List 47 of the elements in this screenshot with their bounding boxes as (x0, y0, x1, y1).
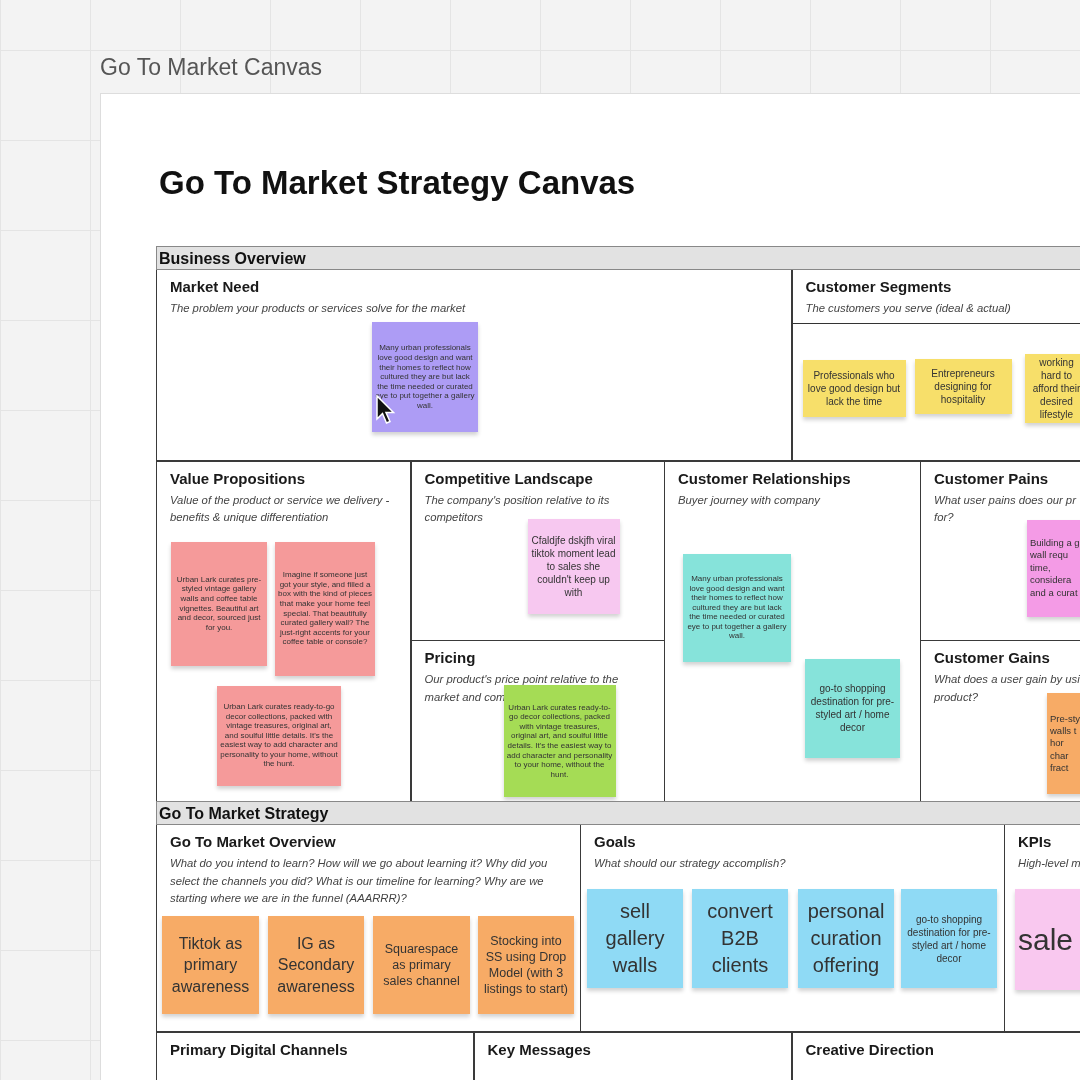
canvas-title: Go To Market Canvas (100, 54, 322, 81)
sticky-note[interactable]: Squarespace as primary sales channel (373, 916, 470, 1014)
sticky-note[interactable]: convert B2B clients (692, 889, 788, 988)
sticky-note[interactable]: go-to shopping destination for pre-styled art / home decor (805, 658, 900, 758)
sticky-note[interactable]: Pre-sty walls t hor char fract (1047, 693, 1080, 794)
sticky-note[interactable]: working hard to afford their desired lifestyle (1024, 354, 1080, 423)
section-description: High-level m (1018, 856, 1080, 871)
board-title: Go To Market Strategy Canvas (159, 164, 636, 202)
section-description: Value of the product or service we delivery - benefits & unique differentiation (170, 492, 391, 525)
section-title: Goals (594, 833, 637, 850)
sticky-note[interactable]: Building a g wall requ time, considera and a curat (1027, 519, 1080, 617)
section-description: Buyer journey with company (678, 492, 822, 508)
sticky-note[interactable]: Professionals who love good design but lack the time (802, 360, 906, 417)
section-description: The customers you serve (ideal & actual) (805, 301, 1012, 316)
section-title: Competitive Landscape (424, 469, 594, 487)
sticky-note[interactable]: Cfaldjfe dskjfh viral tiktok moment lead to sales she couldn't keep up with (527, 518, 620, 614)
section-title: Market Need (170, 278, 261, 295)
sticky-note[interactable]: personal curation offering (798, 889, 894, 988)
sticky-note[interactable]: Tiktok as primary awareness (162, 916, 259, 1014)
section-title: Customer Segments (805, 278, 953, 295)
sticky-note[interactable]: Many urban professionals love good design and want their homes to reflect how cultured they are but lack the time needed or curated eye to put together a gallery wall. (683, 553, 791, 662)
cursor-icon (376, 395, 396, 425)
section-title: Primary Digital Channels (170, 1040, 349, 1058)
section-title: Go To Market Overview (170, 833, 337, 850)
section-title: Customer Gains (934, 649, 1051, 666)
section-description: What do you intend to learn? How will we go about learning it? Why did you select the channels you did? What is our timeline for learning? Why are we starting where we are in the funnel (AAARRR)? (170, 856, 549, 906)
sticky-note[interactable]: sale (1015, 889, 1080, 990)
sticky-note[interactable]: Urban Lark curates ready-to-go decor collections, packed with vintage treasures, original art, and soulful little details. It's the easiest way to add character and personality to your home, without the hunt. (503, 685, 616, 797)
sticky-note[interactable]: sell gallery walls (587, 889, 683, 988)
section-title: Pricing (424, 649, 477, 666)
section-title: Creative Direction (805, 1040, 935, 1058)
sticky-note[interactable]: Urban Lark curates pre-styled vintage gallery walls and coffee table vignettes. Beautiful art and decor, sourced just for you. (171, 541, 267, 666)
section-title: Key Messages (487, 1040, 592, 1058)
sticky-note[interactable]: Stocking into SS using Drop Model (with 3 listings to start) (478, 916, 574, 1014)
sticky-note[interactable]: Entrepreneurs designing for hospitality (914, 359, 1012, 414)
sticky-note[interactable]: IG as Secondary awareness (268, 916, 364, 1014)
section-title: Value Propositions (170, 469, 307, 487)
section-description: What should our strategy accomplish? (594, 856, 787, 871)
section-title: Customer Pains (934, 469, 1050, 487)
section-description: The problem your products or services solve for the market (170, 301, 467, 316)
sticky-note[interactable]: Urban Lark curates ready-to-go decor collections, packed with vintage treasures, original art, and soulful little details. It's the easiest way to add character and personality to your home, without the hunt. (217, 685, 341, 786)
section-header-bar: Business Overview (156, 246, 1080, 270)
section-title: KPIs (1018, 833, 1053, 850)
sticky-note[interactable]: go-to shopping destination for pre-styled art / home decor (901, 889, 997, 988)
section-header-bar: Go To Market Strategy (156, 801, 1080, 825)
sticky-note[interactable]: Imagine if someone just got your style, and filled a box with the kind of pieces that make your home feel special. That beautifully curated gallery wall? The just-right accents for your coffee table or console? (275, 541, 375, 676)
section-title: Customer Relationships (678, 469, 852, 487)
